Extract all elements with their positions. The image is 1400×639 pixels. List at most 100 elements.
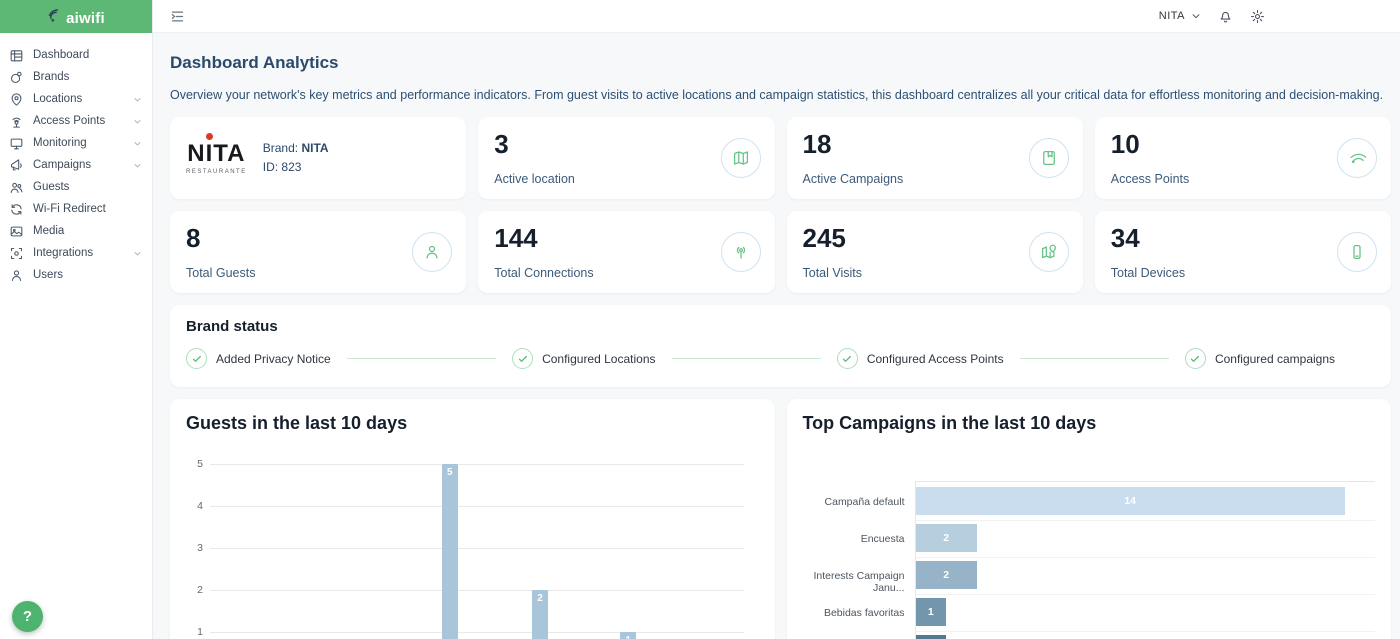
monitoring-icon — [9, 136, 24, 151]
wifi-signal-icon — [1337, 138, 1377, 178]
chevron-down-icon — [1191, 11, 1201, 21]
media-icon — [9, 224, 24, 239]
stat-value: 18 — [803, 130, 1067, 159]
y-tick-label: 4 — [181, 500, 203, 512]
guests-bar[interactable]: 1 — [620, 632, 636, 639]
chart-top-axis-line — [915, 481, 1375, 482]
bar-value-label: 1 — [916, 606, 947, 618]
guests-bar[interactable]: 2 — [532, 590, 548, 639]
campaign-bar[interactable]: 2 — [916, 561, 977, 589]
brand-card: NITA RESTAURANTE Brand: NITA ID: 823 — [170, 117, 466, 199]
top-campaigns-chart-card: Top Campaigns in the last 10 days Campañ… — [787, 399, 1392, 639]
sidebar-item-label: Access Points — [33, 115, 105, 127]
page-title: Dashboard Analytics — [170, 53, 1390, 73]
bar-value-label: 14 — [916, 495, 1345, 507]
stat-card-access-points: 10Access Points — [1095, 117, 1391, 199]
sidebar-item-users[interactable]: Users — [0, 264, 152, 286]
charts-row: Guests in the last 10 days 54321521 Top … — [170, 399, 1391, 639]
status-step-label: Configured campaigns — [1215, 352, 1335, 366]
row-separator — [915, 557, 1375, 558]
sidebar-item-guests[interactable]: Guests — [0, 176, 152, 198]
bar-value-label: 5 — [442, 467, 458, 478]
stat-label: Total Devices — [1111, 266, 1185, 280]
brand-status-steps: Added Privacy NoticeConfigured Locations… — [186, 348, 1375, 369]
status-step-added-privacy-notice: Added Privacy Notice — [186, 348, 331, 369]
settings-gear-icon[interactable] — [1250, 9, 1265, 24]
guests-bar[interactable]: 5 — [442, 464, 458, 639]
gridline — [210, 506, 744, 507]
sidebar-item-locations[interactable]: Locations — [0, 88, 152, 110]
app-root: aiwifi Dashboard Brands Locations Access Po… — [0, 0, 1400, 639]
campaign-bar[interactable]: 2 — [916, 524, 977, 552]
map-icon — [721, 138, 761, 178]
bar-value-label: 2 — [532, 593, 548, 604]
sidebar-item-monitoring[interactable]: Monitoring — [0, 132, 152, 154]
sidebar-item-label: Media — [33, 225, 64, 237]
sidebar-item-integrations[interactable]: Integrations — [0, 242, 152, 264]
brand-status-card: Brand status Added Privacy NoticeConfigu… — [170, 305, 1391, 387]
app-logo[interactable]: aiwifi — [0, 0, 152, 33]
help-button[interactable]: ? — [12, 601, 43, 632]
sidebar-item-dashboard[interactable]: Dashboard — [0, 44, 152, 66]
check-circle-icon — [186, 348, 207, 369]
y-tick-label: 5 — [181, 458, 203, 470]
sidebar-item-campaigns[interactable]: Campaigns — [0, 154, 152, 176]
gridline — [210, 548, 744, 549]
chevron-down-icon — [133, 249, 142, 258]
sidebar-item-brands[interactable]: Brands — [0, 66, 152, 88]
stat-value: 144 — [494, 224, 758, 253]
campaign-bar[interactable]: 14 — [916, 487, 1345, 515]
sidebar: aiwifi Dashboard Brands Locations Access Po… — [0, 0, 153, 639]
row-separator — [915, 520, 1375, 521]
sidebar-item-label: Campaigns — [33, 159, 91, 171]
stat-label: Total Connections — [494, 266, 593, 280]
brand-name-value: NITA — [301, 141, 328, 155]
person-icon — [412, 232, 452, 272]
campaign-bar-clipped[interactable] — [916, 635, 947, 639]
status-step-configured-campaigns: Configured campaigns — [1185, 348, 1335, 369]
check-circle-icon — [512, 348, 533, 369]
stat-value: 34 — [1111, 224, 1375, 253]
brands-icon — [9, 70, 24, 85]
notifications-bell-icon[interactable] — [1218, 9, 1233, 24]
campaign-label: Interests Campaign Janu... — [787, 570, 905, 594]
status-connector-line — [347, 358, 496, 359]
wifi-redirect-icon — [9, 202, 24, 217]
stat-card-active-location: 3Active location — [478, 117, 774, 199]
sidebar-item-access-points[interactable]: Access Points — [0, 110, 152, 132]
book-icon — [1029, 138, 1069, 178]
phone-icon — [1337, 232, 1377, 272]
sidebar-item-wi-fi-redirect[interactable]: Wi-Fi Redirect — [0, 198, 152, 220]
row-separator — [915, 594, 1375, 595]
locations-icon — [9, 92, 24, 107]
sidebar-item-media[interactable]: Media — [0, 220, 152, 242]
stat-card-total-guests: 8Total Guests — [170, 211, 466, 293]
sidebar-item-label: Dashboard — [33, 49, 89, 61]
sidebar-item-label: Monitoring — [33, 137, 87, 149]
sidebar-item-label: Brands — [33, 71, 69, 83]
stat-card-total-devices: 34 Total Devices — [1095, 211, 1391, 293]
top-bar-actions: NITA — [1159, 9, 1265, 24]
page-description: Overview your network's key metrics and … — [170, 88, 1390, 102]
y-tick-label: 3 — [181, 542, 203, 554]
main-content: Dashboard Analytics Overview your networ… — [153, 33, 1400, 639]
stat-cards-grid: NITA RESTAURANTE Brand: NITA ID: 823 3Ac… — [170, 117, 1391, 293]
brand-status-title: Brand status — [186, 318, 1375, 335]
stat-value: 245 — [803, 224, 1067, 253]
stat-label: Total Visits — [803, 266, 863, 280]
gridline — [210, 632, 744, 633]
guests-icon — [9, 180, 24, 195]
nita-brand-logo: NITA RESTAURANTE — [186, 142, 247, 175]
stat-value: 10 — [1111, 130, 1375, 159]
gridline — [210, 464, 744, 465]
chevron-down-icon — [133, 95, 142, 104]
nita-logo-subtext: RESTAURANTE — [186, 169, 247, 175]
campaigns-icon — [9, 158, 24, 173]
sidebar-item-label: Users — [33, 269, 63, 281]
account-dropdown[interactable]: NITA — [1159, 10, 1201, 22]
bar-value-label: 2 — [916, 532, 977, 544]
row-separator — [915, 631, 1375, 632]
stat-label: Active location — [494, 172, 575, 186]
sidebar-collapse-icon[interactable] — [170, 9, 185, 24]
campaign-bar[interactable]: 1 — [916, 598, 947, 626]
